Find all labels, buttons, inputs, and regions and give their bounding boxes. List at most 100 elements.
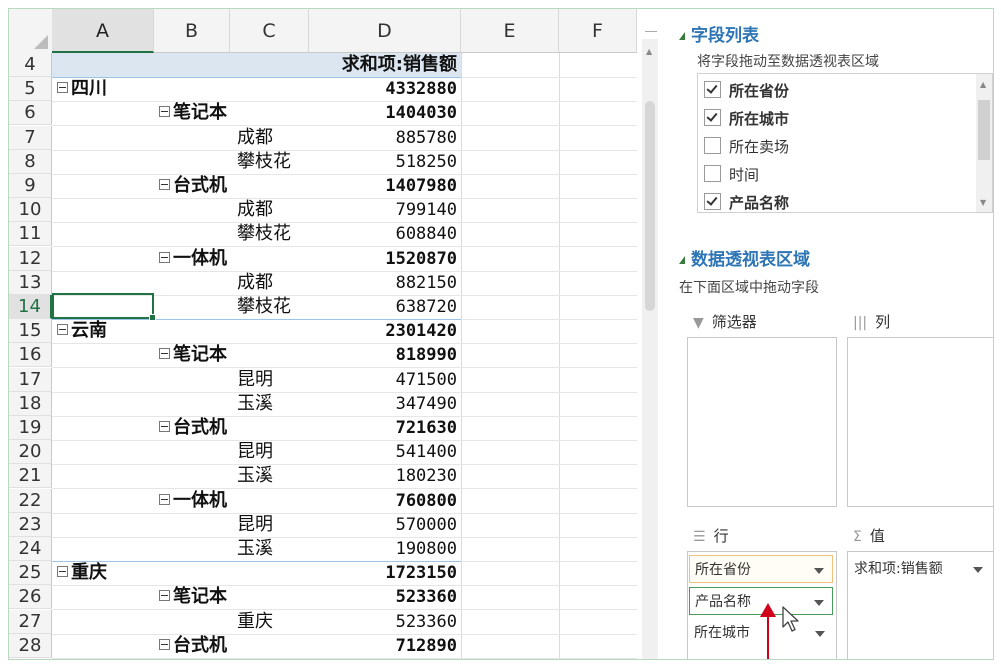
collapse-minus-icon[interactable] [57,565,68,577]
pivot-value-cell[interactable]: 523360 [309,610,457,634]
row-header-4[interactable]: 4 [9,53,52,77]
pivot-row-label[interactable]: 重庆 [237,610,273,634]
pivot-value-cell[interactable]: 4332880 [309,77,457,101]
pivot-row-label[interactable]: 攀枝花 [237,295,291,319]
pivot-value-cell[interactable]: 1723150 [309,561,457,585]
pivot-row-label[interactable]: 笔记本 [159,585,227,609]
pivot-row-label[interactable]: 攀枝花 [237,222,291,246]
collapse-minus-icon[interactable] [57,323,68,335]
pivot-row-label[interactable]: 台式机 [159,416,227,440]
areas-title[interactable]: 数据透视表区域 [679,245,810,270]
checkbox-checked-icon[interactable] [704,81,721,98]
field-item[interactable]: 所在省份 [704,80,789,102]
pivot-value-cell[interactable]: 523360 [309,585,457,609]
collapse-triangle-icon[interactable] [679,256,685,264]
column-header-b[interactable]: B [154,9,230,53]
row-header-15[interactable]: 15 [9,319,52,343]
checkbox-checked-icon[interactable] [704,109,721,126]
pivot-row-label[interactable]: 四川 [57,77,107,101]
row-header-28[interactable]: 28 [9,634,52,658]
row-header-13[interactable]: 13 [9,271,52,295]
pivot-row-label[interactable]: 昆明 [237,513,273,537]
chevron-down-icon[interactable] [815,631,825,637]
pivot-row-label[interactable]: 一体机 [159,247,227,271]
select-all-corner[interactable] [9,9,53,54]
collapse-minus-icon[interactable] [159,347,170,359]
row-header-24[interactable]: 24 [9,537,52,561]
pivot-value-cell[interactable]: 1520870 [309,247,457,271]
column-header-c[interactable]: C [230,9,309,53]
pivot-row-label[interactable]: 台式机 [159,174,227,198]
scroll-up-icon[interactable]: ▲ [980,80,986,89]
column-header-d[interactable]: D [309,9,461,53]
collapse-minus-icon[interactable] [159,420,170,432]
row-header-22[interactable]: 22 [9,489,52,513]
scroll-thumb[interactable] [645,101,655,311]
row-header-27[interactable]: 27 [9,610,52,634]
row-header-26[interactable]: 26 [9,585,52,609]
pivot-value-cell[interactable]: 1407980 [309,174,457,198]
pivot-value-cell[interactable]: 885780 [309,126,457,150]
pivot-row-label[interactable]: 昆明 [237,368,273,392]
collapse-triangle-icon[interactable] [679,32,685,40]
pivot-row-label[interactable]: 一体机 [159,489,227,513]
pivot-row-label[interactable]: 成都 [237,198,273,222]
field-item[interactable]: 所在卖场 [704,136,789,158]
pivot-value-cell[interactable]: 712890 [309,634,457,658]
columns-drop-zone[interactable] [847,337,993,507]
row-header-5[interactable]: 5 [9,77,52,101]
pivot-value-cell[interactable]: 1404030 [309,101,457,125]
row-header-19[interactable]: 19 [9,416,52,440]
row-header-6[interactable]: 6 [9,101,52,125]
row-header-20[interactable]: 20 [9,440,52,464]
row-header-16[interactable]: 16 [9,343,52,367]
pivot-value-cell[interactable]: 347490 [309,392,457,416]
row-header-25[interactable]: 25 [9,561,52,585]
pivot-row-label[interactable]: 成都 [237,126,273,150]
scroll-up-icon[interactable]: ▲ [646,47,652,56]
pivot-row-label[interactable]: 成都 [237,271,273,295]
collapse-minus-icon[interactable] [159,493,170,505]
collapse-minus-icon[interactable] [159,638,170,650]
checkbox-checked-icon[interactable] [704,193,721,210]
field-item[interactable]: 时间 [704,164,759,186]
field-list-scrollbar[interactable]: ▲ ▼ [976,74,992,212]
pivot-value-cell[interactable]: 760800 [309,489,457,513]
field-item[interactable]: 产品名称 [704,192,789,214]
pivot-value-cell[interactable]: 541400 [309,440,457,464]
checkbox-icon[interactable] [704,137,721,154]
pivot-value-cell[interactable]: 818990 [309,343,457,367]
pivot-value-header[interactable]: 求和项:销售额 [309,53,457,77]
chevron-down-icon[interactable] [973,567,983,573]
filter-drop-zone[interactable] [687,337,837,507]
pivot-value-cell[interactable]: 2301420 [309,319,457,343]
pivot-row-label[interactable]: 昆明 [237,440,273,464]
pivot-row-label[interactable]: 云南 [57,319,107,343]
field-item[interactable]: 所在城市 [704,108,789,130]
collapse-minus-icon[interactable] [159,178,170,190]
row-header-21[interactable]: 21 [9,464,52,488]
pivot-row-label[interactable]: 玉溪 [237,392,273,416]
row-header-17[interactable]: 17 [9,368,52,392]
chevron-down-icon[interactable] [814,600,824,606]
row-header-14[interactable]: 14 [9,295,52,319]
pivot-value-cell[interactable]: 570000 [309,513,457,537]
spreadsheet-grid[interactable]: ABCDEF 4 求和项:销售额 5 四川 4332880 6 笔记本 1404030 7 成都 8… [9,9,637,659]
pivot-row-label[interactable]: 重庆 [57,561,107,585]
row-header-12[interactable]: 12 [9,247,52,271]
pivot-row-label[interactable]: 玉溪 [237,537,273,561]
row-header-18[interactable]: 18 [9,392,52,416]
pivot-value-cell[interactable]: 721630 [309,416,457,440]
pivot-row-label[interactable]: 玉溪 [237,464,273,488]
pivot-value-cell[interactable]: 638720 [309,295,457,319]
collapse-minus-icon[interactable] [57,81,68,93]
collapse-minus-icon[interactable] [159,105,170,117]
row-header-7[interactable]: 7 [9,126,52,150]
column-header-e[interactable]: E [461,9,559,53]
pivot-row-label[interactable]: 笔记本 [159,101,227,125]
row-header-11[interactable]: 11 [9,222,52,246]
field-list-scroll-thumb[interactable] [978,100,990,160]
row-field-chip-city[interactable]: 所在城市 [689,619,833,647]
pivot-row-label[interactable]: 笔记本 [159,343,227,367]
collapse-minus-icon[interactable] [159,589,170,601]
